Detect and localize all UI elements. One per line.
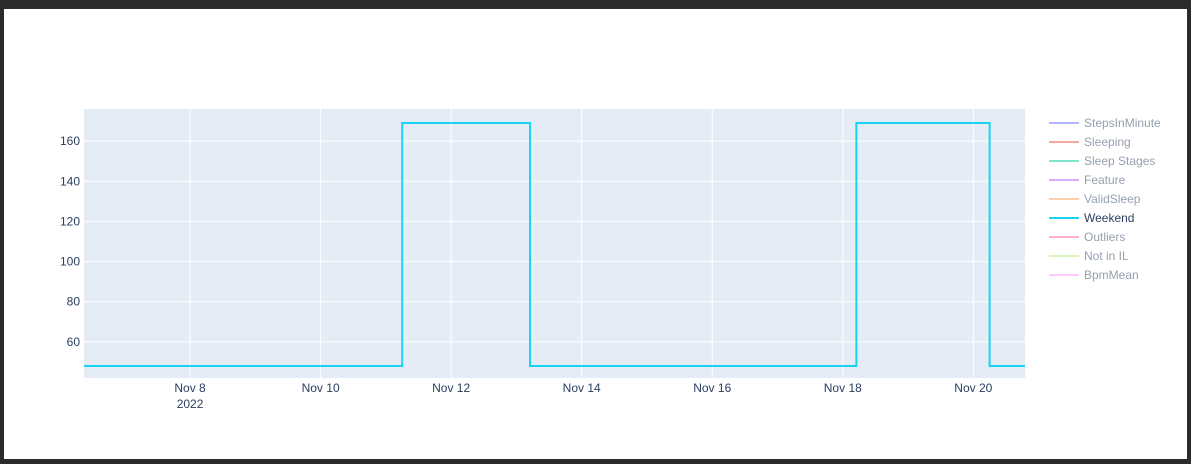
legend-item-weekend[interactable]: Weekend [1049, 211, 1134, 225]
x-tick-label: Nov 14 [563, 381, 601, 395]
legend-item-bpmmean[interactable]: BpmMean [1049, 268, 1139, 282]
chart-container: Nov 8 2022 Nov 10 Nov 12 Nov 14 Nov 16 Nov 18 N… [4, 9, 1187, 459]
legend[interactable]: StepsInMinute Sleeping Sleep Stages Feature… [1049, 116, 1161, 282]
legend-item-feature[interactable]: Feature [1049, 173, 1126, 187]
y-tick-label: 140 [60, 174, 80, 188]
legend-label: Sleep Stages [1084, 154, 1155, 168]
plot-area [84, 109, 1025, 378]
y-tick-label: 100 [60, 255, 80, 269]
y-tick-label: 60 [67, 335, 81, 349]
legend-item-stepsinminute[interactable]: StepsInMinute [1049, 116, 1161, 130]
legend-label: Not in IL [1084, 249, 1129, 263]
x-tick-label: Nov 18 [824, 381, 862, 395]
x-axis-ticks: Nov 8 2022 Nov 10 Nov 12 Nov 14 Nov 16 Nov 18 N… [174, 381, 992, 411]
legend-item-outliers[interactable]: Outliers [1049, 230, 1125, 244]
legend-label: Sleeping [1084, 135, 1131, 149]
x-tick-label: Nov 8 [174, 381, 206, 395]
legend-label: BpmMean [1084, 268, 1139, 282]
legend-label: ValidSleep [1084, 192, 1141, 206]
x-tick-label: Nov 12 [432, 381, 470, 395]
legend-label: Feature [1084, 173, 1126, 187]
y-tick-label: 160 [60, 134, 80, 148]
legend-label: Outliers [1084, 230, 1125, 244]
x-tick-label: Nov 16 [693, 381, 731, 395]
x-tick-label: Nov 20 [954, 381, 992, 395]
legend-item-sleep-stages[interactable]: Sleep Stages [1049, 154, 1155, 168]
legend-item-sleeping[interactable]: Sleeping [1049, 135, 1131, 149]
legend-label: StepsInMinute [1084, 116, 1161, 130]
legend-item-validsleep[interactable]: ValidSleep [1049, 192, 1141, 206]
y-axis-ticks: 60 80 100 120 140 160 [60, 134, 80, 349]
legend-label: Weekend [1084, 211, 1134, 225]
y-tick-label: 80 [67, 295, 81, 309]
line-chart: Nov 8 2022 Nov 10 Nov 12 Nov 14 Nov 16 Nov 18 N… [60, 109, 1161, 411]
y-tick-label: 120 [60, 214, 80, 228]
legend-item-not-in-il[interactable]: Not in IL [1049, 249, 1129, 263]
x-tick-year-label: 2022 [177, 397, 204, 411]
x-tick-label: Nov 10 [302, 381, 340, 395]
